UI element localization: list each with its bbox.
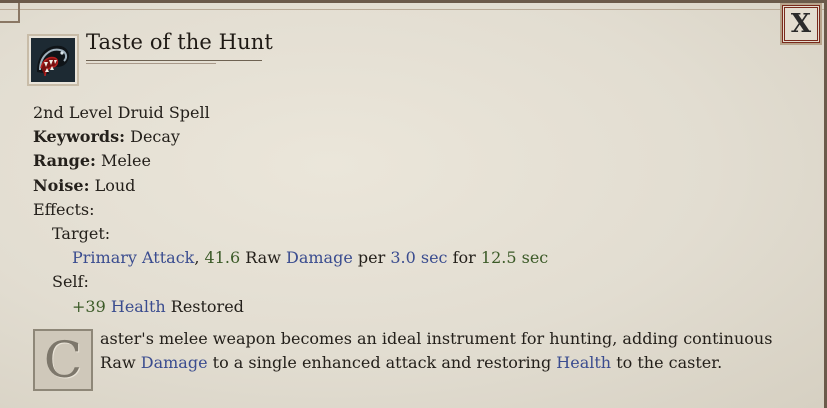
- primary-attack-link[interactable]: Primary Attack: [72, 248, 194, 267]
- dropcap: C: [33, 329, 93, 391]
- range-value: Melee: [101, 151, 151, 171]
- for-text: for: [452, 248, 476, 268]
- raw-text: Raw: [245, 248, 281, 268]
- duration-value: 12.5 sec: [480, 248, 549, 268]
- spell-level: 2nd Level Druid Spell: [33, 103, 210, 122]
- target-sep: ,: [194, 248, 200, 268]
- keywords-row: Keywords: Decay: [33, 125, 548, 149]
- keywords-value[interactable]: Decay: [130, 127, 180, 146]
- noise-label: Noise:: [33, 175, 90, 195]
- health-link[interactable]: Health: [111, 297, 166, 316]
- damage-link[interactable]: Damage: [286, 248, 353, 267]
- desc-middle: to a single enhanced attack and restorin…: [212, 353, 552, 373]
- title-underline: [86, 60, 262, 64]
- spell-details: 2nd Level Druid Spell Keywords: Decay Ra…: [33, 101, 548, 319]
- dropcap-letter: C: [43, 331, 83, 389]
- heal-amount: +39: [72, 296, 106, 316]
- close-button[interactable]: X: [780, 3, 822, 45]
- target-effect: Primary Attack, 41.6 Raw Damage per 3.0 …: [33, 246, 548, 270]
- damage-amount: 41.6: [204, 248, 241, 268]
- range-row: Range: Melee: [33, 149, 548, 173]
- description-text: aster's melee weapon becomes an ideal in…: [100, 327, 772, 375]
- noise-value: Loud: [94, 175, 136, 195]
- target-label: Target:: [52, 224, 111, 244]
- description-line-2: Raw Damage to a single enhanced attack a…: [100, 351, 772, 375]
- interval-value: 3.0 sec: [390, 248, 448, 268]
- close-icon[interactable]: X: [791, 11, 811, 37]
- self-effect: +39 Health Restored: [33, 295, 548, 319]
- self-label: Self:: [52, 272, 89, 292]
- desc-end: to the caster.: [616, 353, 723, 373]
- per-text: per: [357, 248, 386, 268]
- fanged-jaws-icon: [27, 34, 79, 86]
- range-label: Range:: [33, 151, 96, 171]
- desc-damage-link[interactable]: Damage: [141, 353, 208, 372]
- effects-label: Effects:: [33, 199, 95, 219]
- keywords-label: Keywords:: [33, 127, 126, 147]
- description-line-1: aster's melee weapon becomes an ideal in…: [100, 329, 773, 348]
- spell-tooltip-panel: X Taste of the Hunt 2nd Level Druid Spel…: [0, 0, 827, 408]
- desc-raw: Raw: [100, 353, 136, 373]
- corner-ornament: [0, 3, 20, 23]
- spell-title: Taste of the Hunt: [86, 30, 273, 54]
- noise-row: Noise: Loud: [33, 174, 548, 198]
- restored-text: Restored: [170, 296, 244, 316]
- desc-health-link[interactable]: Health: [556, 353, 611, 372]
